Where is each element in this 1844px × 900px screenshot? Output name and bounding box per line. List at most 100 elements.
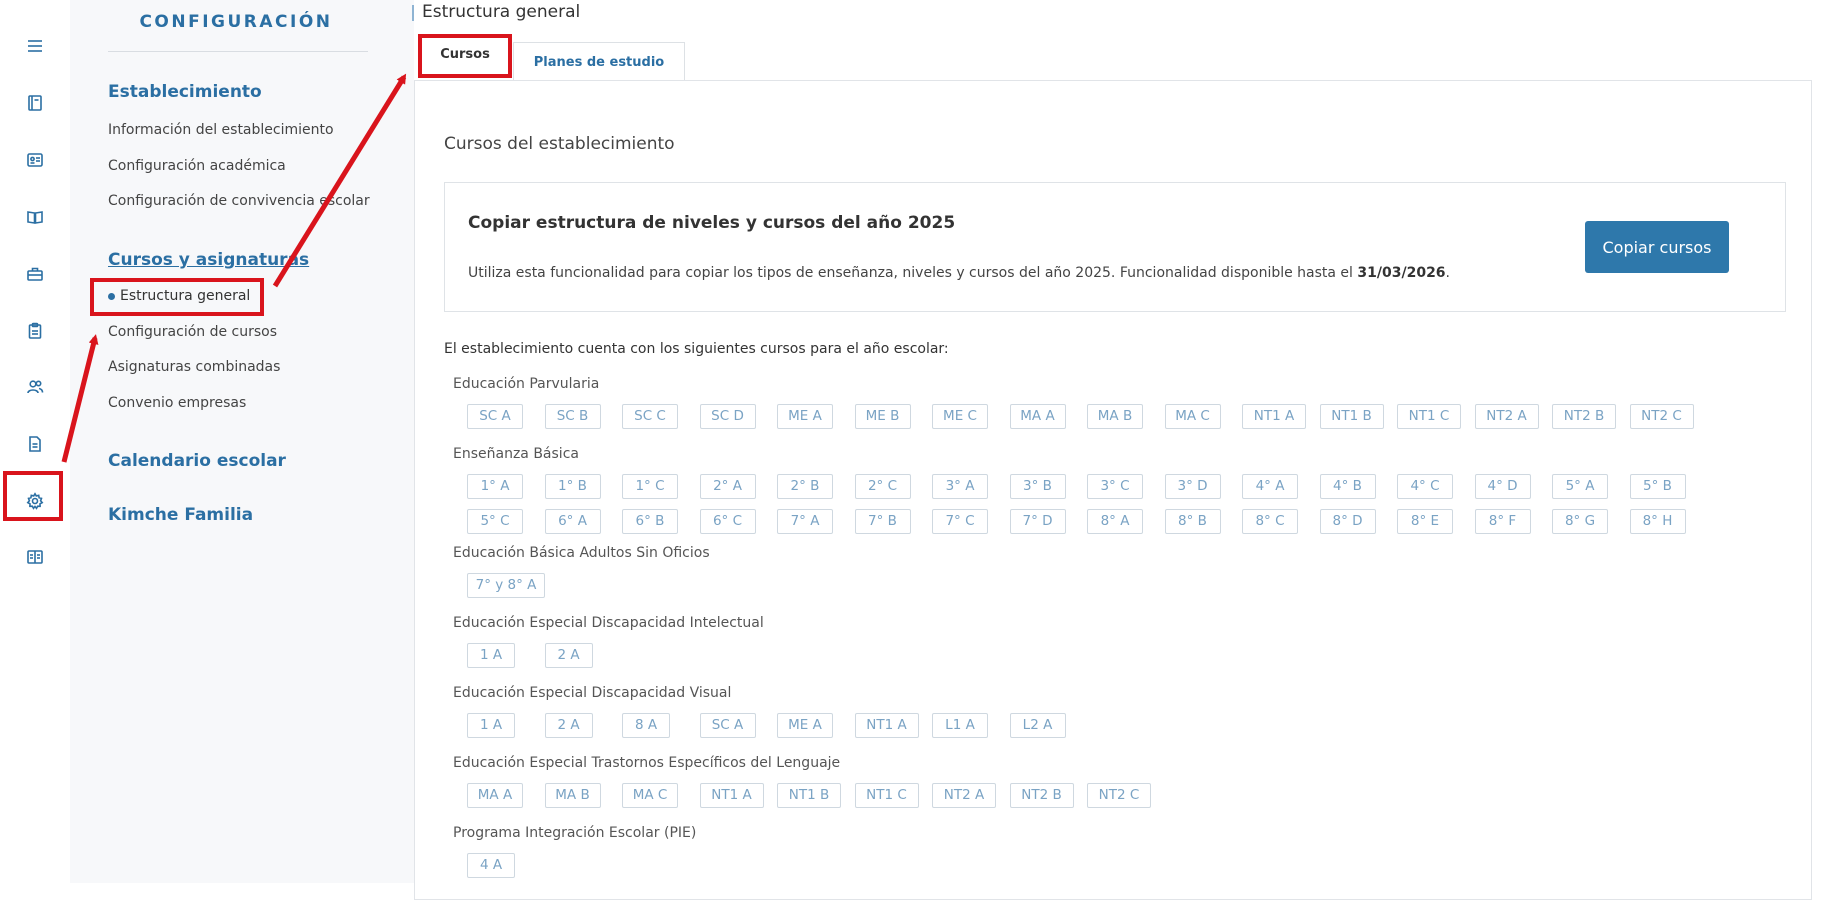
briefcase-icon[interactable] [22,261,48,287]
course-chip[interactable]: NT2 C [1087,783,1151,808]
section-establecimiento[interactable]: Establecimiento [108,82,262,102]
course-chip[interactable]: 4° C [1397,474,1453,499]
course-chip[interactable]: NT1 A [1242,404,1306,429]
course-chip[interactable]: NT2 B [1552,404,1616,429]
section-cursos-asignaturas[interactable]: Cursos y asignaturas [108,250,309,270]
menu-item-asignaturas-combinadas[interactable]: Asignaturas combinadas [108,359,280,375]
course-chip[interactable]: NT2 C [1629,404,1694,429]
course-chip[interactable]: 3° C [1087,474,1143,499]
course-chip[interactable]: MA C [1164,404,1221,429]
course-chip[interactable]: 1° A [467,474,523,499]
course-chip[interactable]: 1° B [544,474,601,499]
course-chip[interactable]: 5° B [1629,474,1686,499]
section-kimche-familia[interactable]: Kimche Familia [108,505,253,525]
course-chip[interactable]: 6° A [544,509,601,534]
course-chip[interactable]: 8° F [1474,509,1531,534]
course-chip[interactable]: 1° C [622,474,678,499]
course-chip[interactable]: L1 A [932,713,988,738]
course-chip[interactable]: SC C [622,404,678,429]
course-chip[interactable]: 1 A [467,643,515,668]
menu-item-config-convivencia[interactable]: Configuración de convivencia escolar [108,193,370,209]
tab-planes-de-estudio[interactable]: Planes de estudio [513,42,685,80]
course-chip[interactable]: 5° C [467,509,523,534]
course-chip[interactable]: 3° A [932,474,988,499]
menu-item-config-cursos[interactable]: Configuración de cursos [108,324,277,340]
intro-text: El establecimiento cuenta con los siguie… [444,341,949,357]
course-chip[interactable]: NT1 A [699,783,764,808]
course-chip[interactable]: 2° A [699,474,756,499]
course-chip[interactable]: 8° C [1242,509,1298,534]
course-chip[interactable]: NT1 C [1397,404,1461,429]
users-icon[interactable] [22,374,48,400]
course-chip[interactable]: 2 A [544,713,593,738]
course-chip[interactable]: 3° D [1164,474,1221,499]
course-chip[interactable]: SC A [699,713,756,738]
course-chip[interactable]: NT2 A [932,783,996,808]
course-chip[interactable]: 4° B [1319,474,1376,499]
copy-card: Copiar estructura de niveles y cursos de… [444,182,1786,312]
book-icon[interactable] [22,90,48,116]
course-chip[interactable]: 8° E [1397,509,1453,534]
id-card-icon[interactable] [22,147,48,173]
course-chip[interactable]: 4 A [467,853,515,878]
divider [108,51,368,52]
copy-description: Utiliza esta funcionalidad para copiar l… [468,265,1450,281]
course-chip[interactable]: L2 A [1009,713,1066,738]
tab-cursos[interactable]: Cursos [418,34,512,78]
course-chip[interactable]: NT1 A [854,713,919,738]
course-chip[interactable]: 7° D [1009,509,1066,534]
course-chip[interactable]: SC B [544,404,601,429]
course-chip[interactable]: 7° y 8° A [467,573,545,598]
course-chip[interactable]: 6° C [699,509,756,534]
course-chip[interactable]: NT2 B [1009,783,1074,808]
course-chip[interactable]: 4° D [1474,474,1531,499]
course-chip[interactable]: 8° H [1629,509,1686,534]
course-chip[interactable]: SC D [699,404,756,429]
section-title: Cursos del establecimiento [444,134,675,154]
menu-icon[interactable] [22,33,48,59]
course-chip[interactable]: MA C [622,783,678,808]
reader-icon[interactable] [22,544,48,570]
document-icon[interactable] [22,431,48,457]
course-chip[interactable]: 8° D [1319,509,1376,534]
course-chip[interactable]: ME B [854,404,911,429]
section-calendario[interactable]: Calendario escolar [108,451,286,471]
course-chip[interactable]: ME A [777,404,833,429]
course-chip[interactable]: 2 A [544,643,593,668]
course-chip[interactable]: 3° B [1009,474,1066,499]
group-label: Educación Especial Trastornos Específico… [453,755,841,771]
course-chip[interactable]: 7° B [854,509,911,534]
menu-item-convenio-empresas[interactable]: Convenio empresas [108,395,246,411]
open-book-icon[interactable] [22,204,48,230]
course-chip[interactable]: 7° A [777,509,833,534]
course-chip[interactable]: 5° A [1552,474,1608,499]
course-chip[interactable]: 6° B [622,509,678,534]
course-chip[interactable]: NT1 B [1319,404,1384,429]
course-chip[interactable]: NT2 A [1474,404,1539,429]
course-chip[interactable]: 1 A [467,713,515,738]
course-chip[interactable]: MA B [544,783,601,808]
copy-desc-suffix: . [1445,265,1450,281]
course-chip[interactable]: 8° A [1087,509,1143,534]
clipboard-icon[interactable] [22,318,48,344]
course-chip[interactable]: 8 A [622,713,670,738]
course-chip[interactable]: SC A [467,404,523,429]
course-chip[interactable]: 8° G [1552,509,1608,534]
course-chip[interactable]: 4° A [1242,474,1298,499]
menu-item-config-academica[interactable]: Configuración académica [108,158,286,174]
course-chip[interactable]: ME C [932,404,988,429]
group-label: Educación Parvularia [453,376,600,392]
course-chip[interactable]: 7° C [932,509,988,534]
course-chip[interactable]: MA A [1009,404,1066,429]
course-chip[interactable]: NT1 C [854,783,919,808]
course-chip[interactable]: 2° C [854,474,911,499]
tab-panel: Cursos del establecimiento Copiar estruc… [414,80,1812,900]
course-chip[interactable]: MA A [467,783,523,808]
course-chip[interactable]: 8° B [1164,509,1221,534]
menu-item-informacion[interactable]: Información del establecimiento [108,122,334,138]
course-chip[interactable]: 2° B [777,474,833,499]
copy-courses-button[interactable]: Copiar cursos [1585,221,1729,273]
course-chip[interactable]: MA B [1087,404,1143,429]
course-chip[interactable]: ME A [777,713,833,738]
course-chip[interactable]: NT1 B [777,783,841,808]
